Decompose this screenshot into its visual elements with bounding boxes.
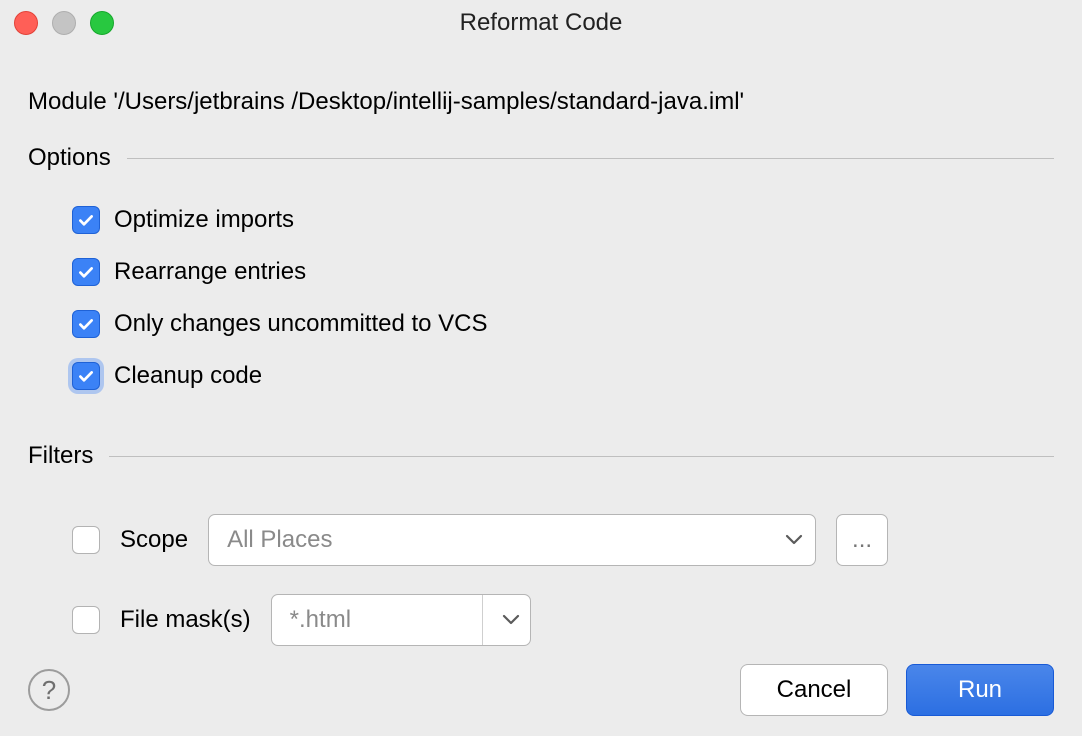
scope-browse-button[interactable]: ... <box>836 514 888 566</box>
checkbox-label: Rearrange entries <box>114 258 306 286</box>
help-button[interactable]: ? <box>28 669 70 711</box>
file-mask-dropdown[interactable]: *.html <box>271 594 531 646</box>
filters-section-header: Filters <box>28 442 1054 470</box>
chevron-down-icon <box>482 595 530 645</box>
divider-icon <box>109 456 1054 457</box>
zoom-window-icon[interactable] <box>90 11 114 35</box>
checkmark-icon <box>72 258 100 286</box>
options-section-header: Options <box>28 144 1054 172</box>
cancel-button[interactable]: Cancel <box>740 664 888 716</box>
checkbox-scope[interactable] <box>72 526 100 554</box>
checkbox-only-vcs-changes[interactable]: Only changes uncommitted to VCS <box>72 298 1054 350</box>
options-title: Options <box>28 144 111 172</box>
filters-title: Filters <box>28 442 93 470</box>
window-title: Reformat Code <box>0 9 1082 37</box>
file-mask-label: File mask(s) <box>120 606 251 634</box>
titlebar: Reformat Code <box>0 0 1082 46</box>
checkbox-label: Cleanup code <box>114 362 262 390</box>
scope-label: Scope <box>120 526 188 554</box>
scope-dropdown[interactable]: All Places <box>208 514 816 566</box>
ellipsis-icon: ... <box>852 526 872 554</box>
run-button[interactable]: Run <box>906 664 1054 716</box>
cancel-button-label: Cancel <box>777 676 852 704</box>
checkbox-rearrange-entries[interactable]: Rearrange entries <box>72 246 1054 298</box>
checkmark-icon <box>72 310 100 338</box>
checkbox-cleanup-code[interactable]: Cleanup code <box>72 350 1054 402</box>
divider-icon <box>127 158 1054 159</box>
module-path-label: Module '/Users/jetbrains /Desktop/intell… <box>28 82 1054 144</box>
checkbox-label: Optimize imports <box>114 206 294 234</box>
checkmark-icon <box>72 362 100 390</box>
checkbox-optimize-imports[interactable]: Optimize imports <box>72 194 1054 246</box>
file-mask-value: *.html <box>272 606 482 634</box>
window-controls <box>14 11 114 35</box>
run-button-label: Run <box>958 676 1002 704</box>
checkbox-label: Only changes uncommitted to VCS <box>114 310 488 338</box>
checkmark-icon <box>72 206 100 234</box>
checkbox-file-mask[interactable] <box>72 606 100 634</box>
chevron-down-icon <box>775 534 803 546</box>
close-window-icon[interactable] <box>14 11 38 35</box>
scope-value: All Places <box>227 526 775 554</box>
question-mark-icon: ? <box>42 675 56 706</box>
minimize-window-icon[interactable] <box>52 11 76 35</box>
